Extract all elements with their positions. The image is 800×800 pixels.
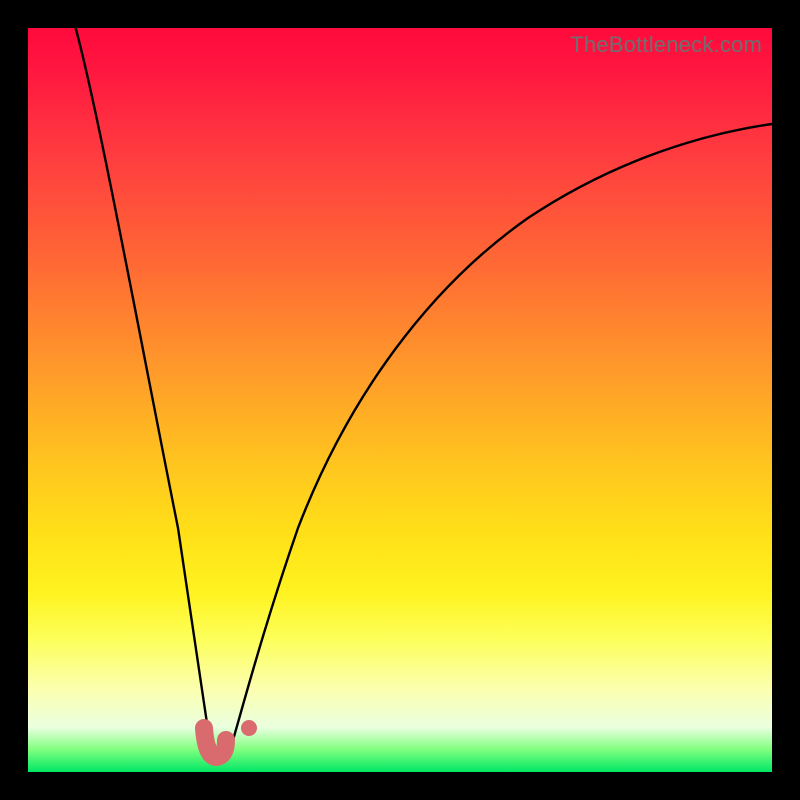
right-curve: [228, 124, 772, 757]
left-curve: [74, 22, 212, 757]
u-marker: [204, 728, 226, 757]
dot-marker: [241, 720, 257, 736]
chart-frame: TheBottleneck.com: [0, 0, 800, 800]
chart-plot-area: TheBottleneck.com: [28, 28, 772, 772]
curves-layer: [28, 28, 772, 772]
